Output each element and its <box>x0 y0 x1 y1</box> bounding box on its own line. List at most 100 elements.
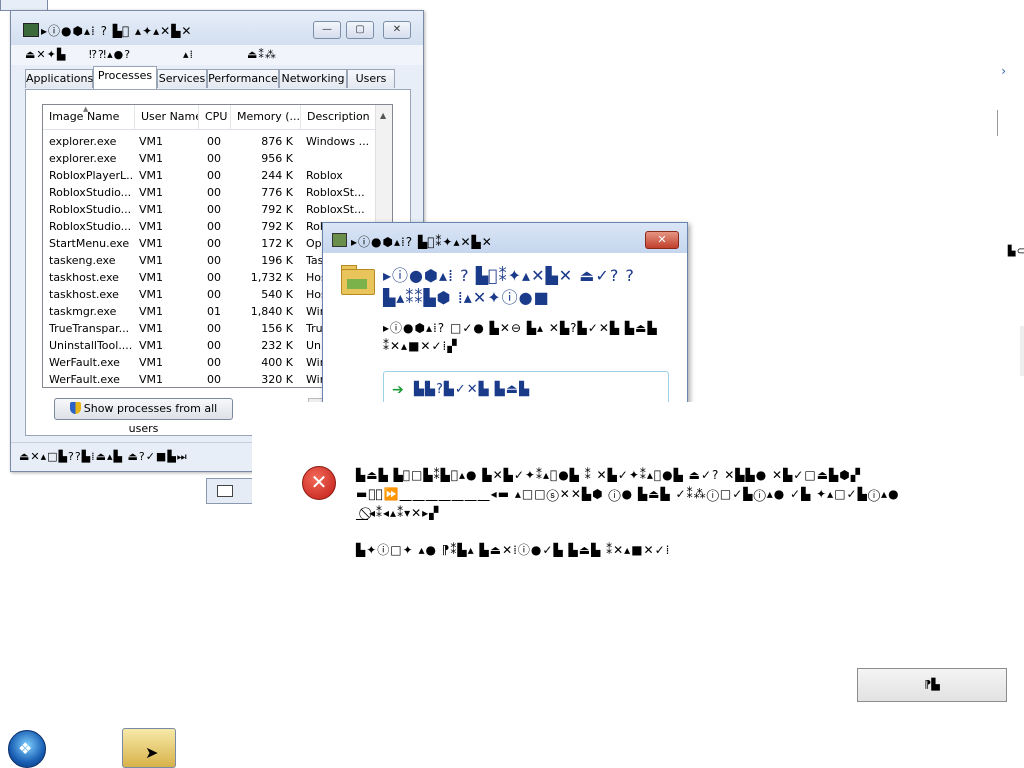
cell-memory: 156 K <box>261 322 293 335</box>
cell-memory: 400 K <box>261 356 293 369</box>
cell-user-name: VM1 <box>139 169 164 182</box>
right-edge-divider <box>997 110 1000 136</box>
cell-cpu: 00 <box>207 339 221 352</box>
cell-memory: 232 K <box>261 339 293 352</box>
error-dialog: ✕ ▙⏏▙ ▙⃠□▙⁑▙ⓘ▴● ▙✕▙✓✦⁑▴ⓘ●▙ ⁑ ✕▙✓✦⁑▴ⓘ●▙ ⏏… <box>252 402 1024 728</box>
menu-options[interactable]: ⁉⁈▴●? <box>89 48 131 61</box>
table-row[interactable]: RobloxStudio... VM1 00 776 K RobloxSt... <box>43 184 375 201</box>
cell-description: Windows ... <box>306 135 370 148</box>
window-title: ▸ⓘ●⬢▴⁞ ? ▙⃠ ▴✦▴✕▙✕ <box>41 24 193 38</box>
cell-memory: 876 K <box>261 135 293 148</box>
maximize-button[interactable]: ▢ <box>346 21 374 39</box>
table-row[interactable]: RobloxStudio... VM1 00 792 K RobloxSt... <box>43 201 375 218</box>
dialog-close-button[interactable]: ✕ <box>645 231 679 249</box>
cell-description: RobloxSt... <box>306 186 365 199</box>
cell-cpu: 00 <box>207 271 221 284</box>
close-button[interactable]: ✕ <box>383 21 411 39</box>
error-paragraph-1: ▙⏏▙ ▙⃠□▙⁑▙ⓘ▴● ▙✕▙✓✦⁑▴ⓘ●▙ ⁑ ✕▙✓✦⁑▴ⓘ●▙ ⏏✓?… <box>356 468 900 520</box>
cell-user-name: VM1 <box>139 339 164 352</box>
cell-memory: 172 K <box>261 237 293 250</box>
cell-image-name: StartMenu.exe <box>49 237 130 250</box>
cell-image-name: WerFault.exe <box>49 356 120 369</box>
tab-applications[interactable]: Applications <box>25 69 93 88</box>
mouse-cursor-icon: ➤ <box>145 743 159 762</box>
dialog-command-link[interactable]: ➔ ▙▙?▙✓✕▙ ▙⏏▙ <box>383 371 669 403</box>
tab-performance[interactable]: Performance <box>207 69 279 88</box>
column-cpu[interactable]: CPU <box>199 105 231 129</box>
cell-cpu: 00 <box>207 135 221 148</box>
cell-memory: 776 K <box>261 186 293 199</box>
cell-memory: 540 K <box>261 288 293 301</box>
start-button[interactable]: ❖ <box>8 730 46 768</box>
tab-networking[interactable]: Networking <box>279 69 347 88</box>
error-paragraph-2: ▙✦ⓘ□✦ ▴● ⁋⁑▙▴ ▙⏏✕⁞ⓘ●✓▙ ▙⏏▙ ⁑✕▴■✕✓⁞ <box>356 543 671 557</box>
dialog-title: ▸ⓘ●⬢▴⁞? ▙⃠⁑✦▴✕▙✕ <box>351 235 493 249</box>
taskbar-thumbnail-button[interactable] <box>206 478 256 504</box>
cell-image-name: taskmgr.exe <box>49 305 117 318</box>
cell-user-name: VM1 <box>139 237 164 250</box>
windows-logo-icon: ❖ <box>18 739 33 758</box>
cell-image-name: explorer.exe <box>49 135 117 148</box>
ok-button[interactable]: ⁋▙ <box>857 668 1007 702</box>
menu-help[interactable]: ⏏⁑⁂ <box>247 48 277 61</box>
cell-description: RobloxSt... <box>306 203 365 216</box>
green-arrow-icon: ➔ <box>392 382 404 398</box>
table-row[interactable]: explorer.exe VM1 00 956 K <box>43 150 375 167</box>
cell-user-name: VM1 <box>139 356 164 369</box>
show-all-processes-button[interactable]: Show processes from all users <box>54 398 233 435</box>
taskbar-app-button[interactable]: ➤ <box>122 728 176 768</box>
cell-user-name: VM1 <box>139 288 164 301</box>
cell-user-name: VM1 <box>139 322 164 335</box>
menu-file[interactable]: ⏏✕✦▙ <box>25 48 66 61</box>
cell-image-name: UninstallTool.... <box>49 339 133 352</box>
uac-shield-icon <box>69 402 81 414</box>
cell-image-name: RobloxStudio... <box>49 186 132 199</box>
cell-cpu: 00 <box>207 152 221 165</box>
dialog-app-icon <box>332 233 347 247</box>
cell-image-name: RobloxPlayerL... <box>49 169 133 182</box>
chevron-right-icon[interactable]: › <box>1001 64 1006 78</box>
dialog-title-bar: ▸ⓘ●⬢▴⁞? ▙⃠⁑✦▴✕▙✕ ✕ <box>323 223 687 253</box>
cell-memory: 196 K <box>261 254 293 267</box>
cell-memory: 792 K <box>261 203 293 216</box>
folder-icon <box>341 265 375 295</box>
cell-user-name: VM1 <box>139 203 164 216</box>
tab-processes[interactable]: Processes <box>93 66 157 89</box>
cell-memory: 320 K <box>261 373 293 386</box>
cell-cpu: 00 <box>207 288 221 301</box>
cell-image-name: taskhost.exe <box>49 271 119 284</box>
column-memory[interactable]: Memory (... <box>231 105 301 129</box>
cell-memory: 792 K <box>261 220 293 233</box>
tab-users[interactable]: Users <box>347 69 395 88</box>
cell-description <box>306 150 374 167</box>
cell-image-name: WerFault.exe <box>49 373 120 386</box>
cell-user-name: VM1 <box>139 220 164 233</box>
task-manager-icon <box>23 23 39 37</box>
cell-cpu: 00 <box>207 237 221 250</box>
cell-cpu: 00 <box>207 203 221 216</box>
cell-cpu: 00 <box>207 373 221 386</box>
cell-user-name: VM1 <box>139 254 164 267</box>
error-icon: ✕ <box>302 466 336 500</box>
cell-cpu: 00 <box>207 169 221 182</box>
cell-cpu: 01 <box>207 305 221 318</box>
table-row[interactable]: RobloxPlayerL... VM1 00 244 K Roblox <box>43 167 375 184</box>
menu-bar: ⏏✕✦▙ ⁉⁈▴●? ▴⁞ ⏏⁑⁂ <box>11 45 423 65</box>
cell-cpu: 00 <box>207 254 221 267</box>
dialog-main-instruction: ▸ⓘ●⬢▴⁞ ? ▙⃠⁑✦▴✕▙✕ ⏏✓? ?▙▴⁑⁑▙⬢ ⁞▴✕✦ⓘ●■ <box>383 266 635 307</box>
tab-services[interactable]: Services <box>157 69 207 88</box>
cell-user-name: VM1 <box>139 152 164 165</box>
column-description[interactable]: Description <box>301 105 375 129</box>
right-edge-glyph: ▙ ⊂ <box>1007 246 1024 257</box>
column-user-name[interactable]: User Name <box>135 105 199 129</box>
column-image-name[interactable]: ▲ Image Name <box>43 105 135 129</box>
menu-view[interactable]: ▴⁞ <box>183 48 194 61</box>
cell-image-name: taskeng.exe <box>49 254 116 267</box>
minimize-button[interactable]: — <box>313 21 341 39</box>
cell-image-name: explorer.exe <box>49 152 117 165</box>
cell-image-name: RobloxStudio... <box>49 203 132 216</box>
error-message: ▙⏏▙ ▙⃠□▙⁑▙ⓘ▴● ▙✕▙✓✦⁑▴ⓘ●▙ ⁑ ✕▙✓✦⁑▴ⓘ●▙ ⏏✓?… <box>356 466 976 578</box>
scroll-up-icon[interactable]: ▲ <box>380 111 386 120</box>
window-thumbnail-icon <box>217 485 233 497</box>
table-row[interactable]: explorer.exe VM1 00 876 K Windows ... <box>43 133 375 150</box>
